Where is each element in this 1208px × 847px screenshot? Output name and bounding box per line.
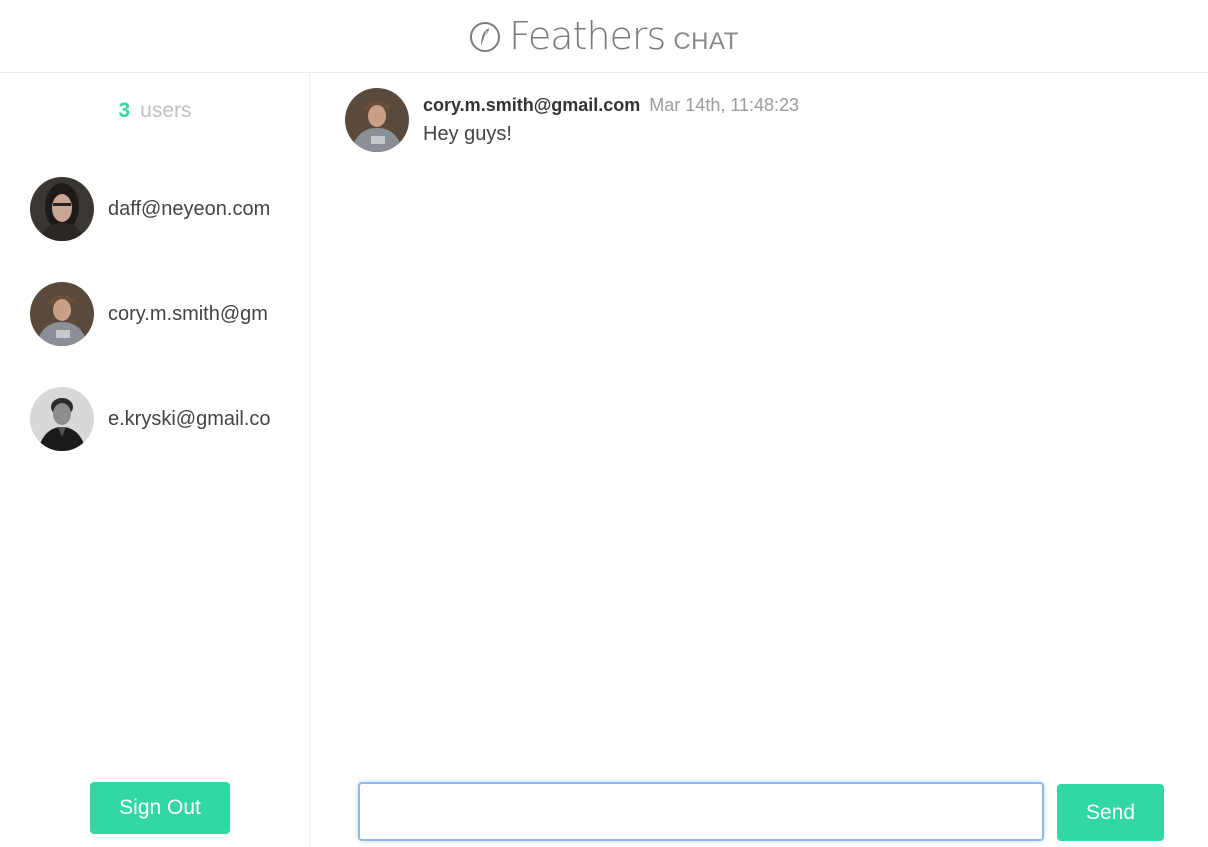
avatar [30,387,94,451]
message-composer: Send [358,782,1164,842]
sign-out-button[interactable]: Sign Out [90,782,230,834]
user-email: e.kryski@gmail.co [108,407,271,430]
message-timestamp: Mar 14th, 11:48:23 [649,95,800,115]
chat-app: Feathers CHAT 3 users daff@neyeon.com co… [0,0,1208,847]
avatar [345,88,409,152]
user-count-number: 3 [118,99,131,122]
chat-message: cory.m.smith@gmail.com Mar 14th, 11:48:2… [345,88,799,152]
user-list-item[interactable]: daff@neyeon.com [30,177,300,241]
avatar [30,282,94,346]
send-button[interactable]: Send [1057,784,1164,841]
message-text: Hey guys! [423,123,512,145]
user-list: daff@neyeon.com cory.m.smith@gm e.kryski… [30,177,300,492]
chat-panel: cory.m.smith@gmail.com Mar 14th, 11:48:2… [311,73,1208,847]
user-email: cory.m.smith@gm [108,302,268,325]
user-email: daff@neyeon.com [108,197,271,220]
user-sidebar: 3 users daff@neyeon.com cory.m.smith@gm … [10,73,310,847]
message-input[interactable] [358,782,1044,841]
user-list-item[interactable]: e.kryski@gmail.co [30,387,300,451]
user-count-label: users [140,99,192,122]
brand-subtitle: CHAT [673,28,739,55]
brand: Feathers CHAT [469,14,739,58]
message-meta: cory.m.smith@gmail.com Mar 14th, 11:48:2… [423,94,799,116]
app-header: Feathers CHAT [0,0,1208,73]
avatar [30,177,94,241]
feather-icon [469,21,501,53]
message-body: cory.m.smith@gmail.com Mar 14th, 11:48:2… [423,88,799,152]
message-author: cory.m.smith@gmail.com [423,95,641,115]
brand-name: Feathers [509,14,666,58]
user-count: 3 users [10,99,300,123]
user-list-item[interactable]: cory.m.smith@gm [30,282,300,346]
